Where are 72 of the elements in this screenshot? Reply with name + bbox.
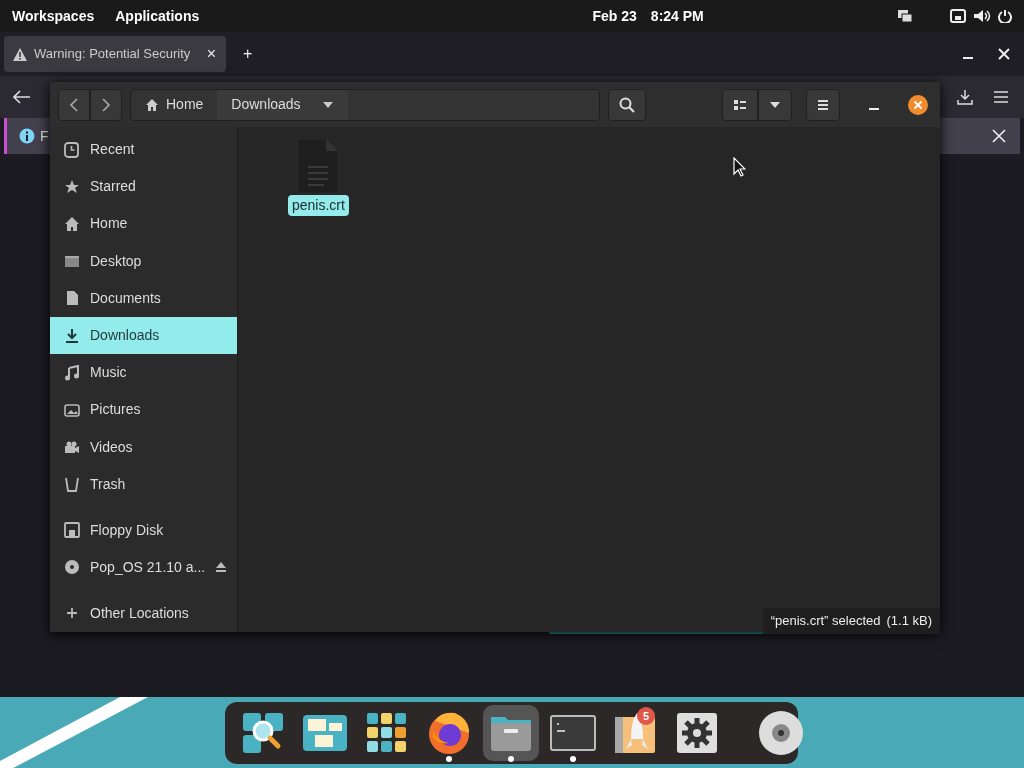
sidebar-item[interactable]: Pop_OS 21.10 a... [50,548,237,587]
power-icon[interactable] [998,9,1012,23]
status-text: “penis.crt” selected [770,612,881,631]
trash-icon [64,476,80,493]
chevron-left-icon [69,97,79,112]
download-icon [64,327,80,344]
back-button[interactable] [58,88,90,121]
close-button[interactable]: × [200,42,222,66]
sidebar-item[interactable]: Music [50,354,237,392]
home-icon [64,215,80,232]
mouse-pointer-icon [733,157,746,177]
browser-tab[interactable]: Warning: Potential Security × [4,36,226,72]
caret-down-icon [321,100,334,109]
time-text: 8:24 PM [650,6,704,26]
sidebar-item[interactable]: Downloads [50,316,237,355]
menu-button[interactable] [806,88,840,121]
sidebar-item[interactable]: Recent [50,131,237,169]
volume-icon[interactable] [973,9,991,23]
disc-icon [64,559,80,576]
clock-icon [64,141,80,158]
sidebar-item[interactable]: Starred [50,168,237,206]
workspaces-button[interactable]: Workspaces [12,5,95,27]
search-icon [619,96,635,113]
close-icon[interactable] [998,48,1010,60]
notification-text: F [40,126,49,146]
tab-title: Warning: Potential Security [34,45,192,64]
close-icon[interactable] [908,94,928,115]
close-icon[interactable] [992,129,1006,143]
eject-icon [215,561,228,574]
path-button[interactable]: Downloads [217,89,348,120]
sidebar-item[interactable]: Floppy Disk [50,511,237,549]
sidebar-item[interactable]: Pictures [50,391,237,429]
running-indicator [570,756,576,762]
sidebar-item[interactable]: Other Locations [50,594,237,632]
document-icon [64,290,80,307]
view-options-button[interactable] [758,88,792,121]
dock-item[interactable]: 5 [607,705,663,761]
path-button[interactable]: Home [131,89,218,120]
sidebar-item[interactable]: Trash [50,465,237,503]
eject-button[interactable] [215,561,228,574]
music-note-icon [64,364,80,381]
sidebar-item[interactable]: Documents [50,279,237,317]
download-icon[interactable] [957,89,973,105]
sidebar-item[interactable]: Videos [50,428,237,466]
caret-down-icon [769,100,781,109]
folder-icon [64,253,80,270]
dock-item[interactable] [483,705,539,761]
menu-icon [817,98,829,111]
list-view-icon [733,98,747,111]
view-button[interactable] [722,88,758,121]
file-size-text: (1.1 kB) [886,612,932,631]
running-indicator [446,756,452,762]
camera-icon [64,439,80,456]
running-indicator [508,756,514,762]
home-icon [145,98,159,111]
menu-icon[interactable] [993,90,1009,104]
picture-icon [64,401,80,418]
new-tab-button[interactable]: + [237,42,259,66]
chevron-right-icon [101,97,111,112]
warning-icon [12,46,28,62]
notification-badge: 5 [637,707,655,725]
forward-button[interactable] [90,88,122,121]
search-button[interactable] [608,88,646,121]
sidebar-item[interactable]: Desktop [50,242,237,280]
info-icon [19,128,35,144]
file-name[interactable]: penis.crt [288,195,349,216]
sidebar-item[interactable]: Home [50,205,237,243]
star-icon [64,178,80,195]
back-arrow-icon[interactable] [13,90,31,104]
applications-button[interactable]: Applications [115,5,200,27]
window-tiling-icon[interactable] [897,9,913,23]
date-text: Feb 23 [592,6,637,26]
